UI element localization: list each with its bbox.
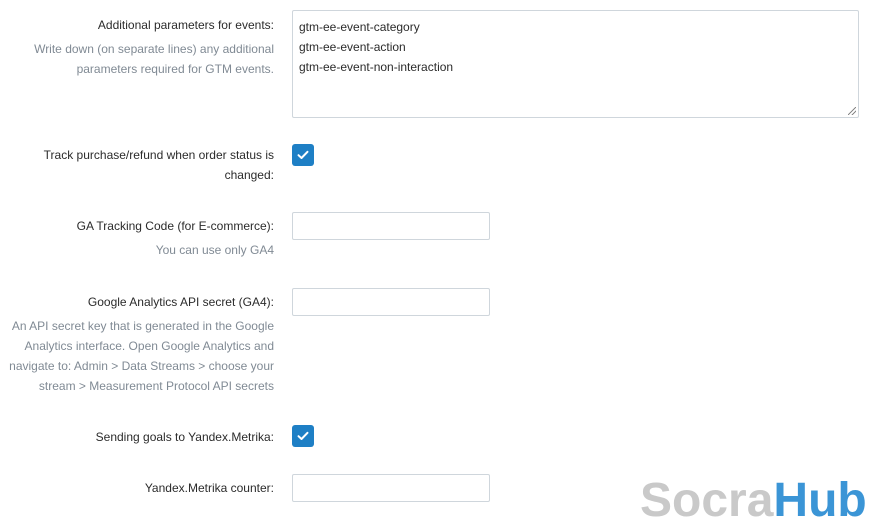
additional-params-textarea[interactable]: gtm-ee-event-category gtm-ee-event-actio… xyxy=(292,10,859,118)
ga-api-secret-hint-1: An API secret key that is generated in t… xyxy=(11,319,274,333)
track-purchase-label-2: changed: xyxy=(224,168,274,182)
textarea-line: gtm-ee-event-action xyxy=(299,40,406,54)
checkmark-icon xyxy=(297,431,309,440)
ga-tracking-code-label: GA Tracking Code (for E-commerce): xyxy=(76,219,274,233)
logo-part-1: Socra xyxy=(640,474,774,527)
checkmark-icon xyxy=(297,150,309,159)
yandex-goals-label: Sending goals to Yandex.Metrika: xyxy=(95,430,274,444)
ga-api-secret-hint-4: stream > Measurement Protocol API secret… xyxy=(38,379,274,393)
yandex-counter-input[interactable] xyxy=(292,474,490,502)
textarea-line: gtm-ee-event-non-interaction xyxy=(299,60,454,74)
ga-api-secret-label: Google Analytics API secret (GA4): xyxy=(87,295,274,309)
ga-tracking-code-input[interactable] xyxy=(292,212,490,240)
ga-tracking-code-hint: You can use only GA4 xyxy=(155,243,274,257)
track-purchase-label-1: Track purchase/refund when order status … xyxy=(43,148,274,162)
yandex-counter-label: Yandex.Metrika counter: xyxy=(144,481,274,495)
additional-params-hint-1: Write down (on separate lines) any addit… xyxy=(34,42,274,56)
ga-api-secret-hint-2: Analytics interface. Open Google Analyti… xyxy=(24,339,274,353)
logo-part-2: Hub xyxy=(773,474,867,527)
ga-api-secret-hint-3: navigate to: Admin > Data Streams > choo… xyxy=(9,359,274,373)
resize-handle-icon[interactable] xyxy=(848,107,856,115)
additional-params-hint-2: parameters required for GTM events. xyxy=(76,62,274,76)
additional-params-label: Additional parameters for events: xyxy=(97,18,274,32)
settings-form: Additional parameters for events: Write … xyxy=(0,0,893,529)
ga-api-secret-input[interactable] xyxy=(292,288,490,316)
track-purchase-checkbox[interactable] xyxy=(292,144,314,166)
textarea-line: gtm-ee-event-category xyxy=(299,20,420,34)
yandex-goals-checkbox[interactable] xyxy=(292,425,314,447)
socrahub-logo: SocraHub xyxy=(640,476,867,526)
